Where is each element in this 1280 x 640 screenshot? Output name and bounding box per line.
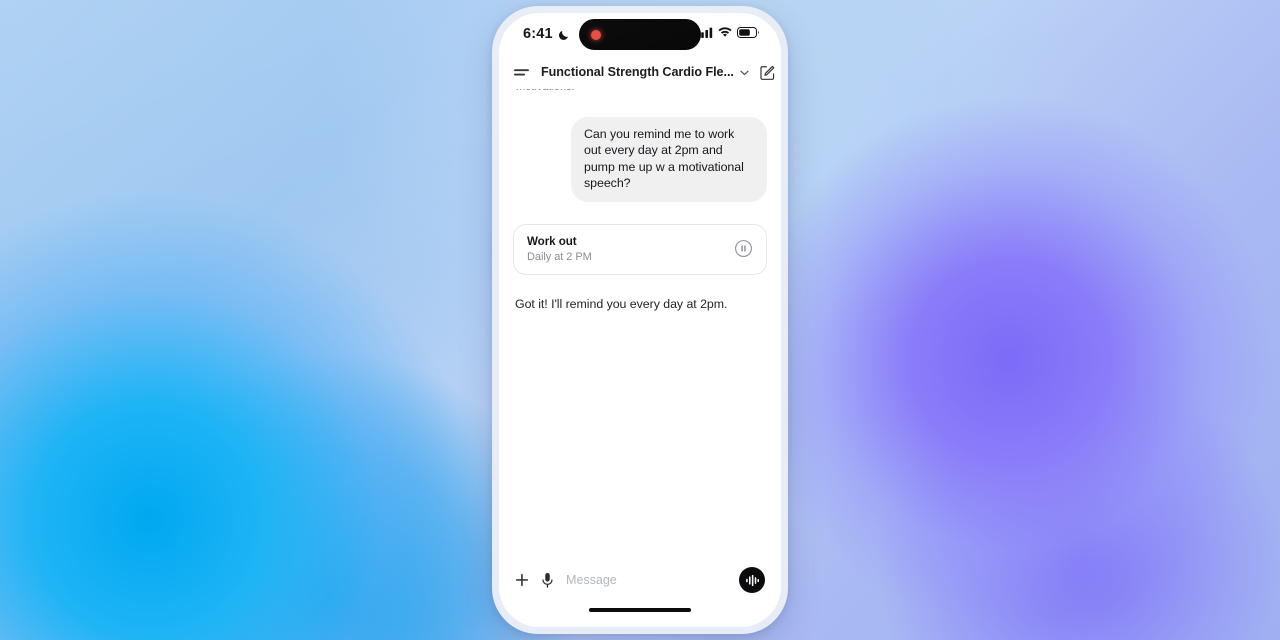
status-bar: 6:41 [499, 13, 781, 55]
reminder-card[interactable]: Work out Daily at 2 PM [513, 223, 767, 275]
phone-screen: 6:41 Functional Strength Cardio Fle... C… [499, 13, 781, 627]
assistant-message: Got it! I'll remind you every day at 2pm… [515, 296, 728, 311]
battery-icon [737, 25, 759, 43]
home-indicator[interactable] [499, 605, 781, 627]
status-bar-right [697, 25, 759, 43]
plus-icon[interactable] [515, 573, 529, 587]
crescent-moon-icon [558, 28, 570, 40]
wifi-icon [718, 25, 732, 43]
user-message-bubble[interactable]: Can you remind me to work out every day … [571, 117, 767, 202]
reminder-card-text: Work out Daily at 2 PM [527, 235, 592, 263]
user-message-row: Can you remind me to work out every day … [513, 117, 767, 202]
conversation-thread[interactable]: motivations. Can you remind me to work o… [499, 89, 781, 555]
recording-dot-icon [591, 29, 601, 40]
desktop-wallpaper: 6:41 Functional Strength Cardio Fle... C… [0, 0, 1280, 640]
dynamic-island[interactable] [579, 19, 701, 50]
message-composer: Message [499, 555, 781, 605]
clipped-previous-message: motivations. [513, 89, 767, 102]
hamburger-menu-icon[interactable] [514, 66, 531, 79]
message-input[interactable]: Message [566, 573, 727, 587]
home-indicator-bar [589, 608, 691, 612]
chevron-down-icon [740, 63, 749, 81]
chat-nav-header: Functional Strength Cardio Fle... [499, 55, 781, 89]
pause-circle-icon[interactable] [734, 239, 753, 258]
status-time: 6:41 [523, 26, 553, 42]
reminder-schedule: Daily at 2 PM [527, 250, 592, 263]
status-bar-left: 6:41 [523, 26, 570, 42]
clipped-message-text: motivations. [516, 89, 575, 93]
microphone-icon[interactable] [541, 572, 554, 589]
reminder-title: Work out [527, 234, 577, 248]
voice-waveform-icon[interactable] [739, 567, 765, 593]
page-title: Functional Strength Cardio Fle... [541, 65, 734, 79]
phone-device-frame: 6:41 Functional Strength Cardio Fle... C… [492, 6, 788, 634]
compose-icon[interactable] [759, 64, 776, 81]
chat-title-dropdown[interactable]: Functional Strength Cardio Fle... [541, 63, 749, 81]
